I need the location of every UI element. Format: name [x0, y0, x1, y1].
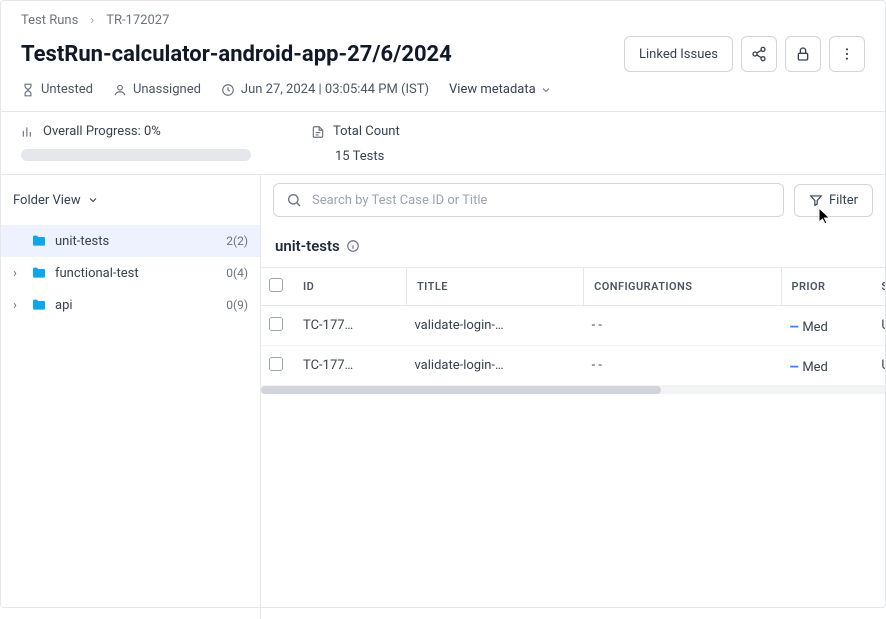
- chevron-down-icon: [540, 84, 552, 96]
- folder-count: 2(2): [226, 234, 248, 248]
- breadcrumb-id[interactable]: TR-172027: [106, 13, 169, 28]
- page-title: TestRun-calculator-android-app-27/6/2024: [21, 42, 624, 67]
- person-icon: [113, 83, 127, 97]
- folder-tree: unit-tests 2(2) › functional-test 0(4) › api 0(…: [1, 225, 261, 619]
- cell-prior: – Med: [781, 346, 873, 386]
- col-prior[interactable]: PRIOR: [781, 268, 873, 306]
- hourglass-icon: [21, 83, 35, 97]
- linked-issues-label: Linked Issues: [639, 47, 718, 62]
- folder-view-toggle[interactable]: Folder View: [1, 175, 261, 225]
- kebab-icon: [839, 46, 855, 62]
- folder-icon: [31, 297, 47, 313]
- row-checkbox[interactable]: [269, 357, 283, 371]
- lock-button[interactable]: [785, 36, 821, 72]
- col-id[interactable]: ID: [295, 268, 406, 306]
- col-configurations[interactable]: CONFIGURATIONS: [584, 268, 781, 306]
- folder-name: api: [55, 298, 73, 313]
- file-icon: [311, 125, 325, 139]
- folder-count: 0(9): [226, 298, 248, 312]
- cell-title: validate-login-…: [406, 306, 583, 346]
- cell-prior: – Med: [781, 306, 873, 346]
- cell-config: - -: [584, 346, 781, 386]
- more-button[interactable]: [829, 36, 865, 72]
- chevron-right-icon: ›: [13, 298, 23, 313]
- filter-icon: [809, 193, 823, 207]
- share-button[interactable]: [741, 36, 777, 72]
- view-metadata-link[interactable]: View metadata: [449, 82, 552, 97]
- info-icon[interactable]: [346, 239, 360, 253]
- share-icon: [751, 46, 767, 62]
- folder-item-api[interactable]: › api 0(9): [1, 289, 260, 321]
- overall-progress-label: Overall Progress: 0%: [21, 124, 271, 139]
- lock-icon: [795, 46, 811, 62]
- total-count-value: 15 Tests: [311, 149, 400, 164]
- folder-name: unit-tests: [55, 234, 109, 249]
- search-box[interactable]: [273, 183, 784, 217]
- clock-icon: [221, 83, 235, 97]
- chevron-down-icon: [87, 194, 99, 206]
- folder-item-unit-tests[interactable]: unit-tests 2(2): [1, 225, 260, 257]
- table-row[interactable]: TC-177…validate-login-…- -– MedUntested …: [261, 346, 885, 386]
- breadcrumb-root[interactable]: Test Runs: [21, 13, 78, 28]
- search-icon: [286, 192, 302, 208]
- col-title[interactable]: TITLE: [406, 268, 583, 306]
- bar-chart-icon: [21, 125, 35, 139]
- timestamp-meta: Jun 27, 2024 | 03:05:44 PM (IST): [221, 82, 429, 97]
- cell-status[interactable]: Untested ⇅: [873, 306, 885, 346]
- folder-heading: unit-tests: [261, 225, 885, 268]
- chevron-right-icon: ›: [90, 13, 94, 28]
- cell-title: validate-login-…: [406, 346, 583, 386]
- chevron-right-icon: ›: [13, 266, 23, 281]
- row-checkbox[interactable]: [269, 317, 283, 331]
- linked-issues-button[interactable]: Linked Issues: [624, 36, 733, 72]
- cell-status[interactable]: Untested ⇅: [873, 346, 885, 386]
- folder-name: functional-test: [55, 266, 139, 281]
- table-row[interactable]: TC-177…validate-login-…- -– MedUntested …: [261, 306, 885, 346]
- assignee-meta: Unassigned: [113, 82, 201, 97]
- status-meta: Untested: [21, 82, 93, 97]
- filter-button[interactable]: Filter: [794, 184, 873, 217]
- folder-item-functional-test[interactable]: › functional-test 0(4): [1, 257, 260, 289]
- col-status[interactable]: STATUS: [873, 268, 885, 306]
- total-count-label: Total Count: [311, 124, 400, 139]
- select-all-checkbox[interactable]: [269, 278, 283, 292]
- cell-id: TC-177…: [295, 306, 406, 346]
- cell-config: - -: [584, 306, 781, 346]
- folder-count: 0(4): [226, 266, 248, 280]
- search-input[interactable]: [312, 193, 771, 208]
- cell-id: TC-177…: [295, 346, 406, 386]
- folder-icon: [31, 233, 47, 249]
- test-case-table: ID TITLE CONFIGURATIONS PRIOR STATUS TC-…: [261, 268, 885, 386]
- folder-icon: [31, 265, 47, 281]
- progress-bar: [21, 149, 251, 161]
- breadcrumb: Test Runs › TR-172027: [1, 1, 885, 34]
- horizontal-scrollbar[interactable]: [261, 386, 885, 394]
